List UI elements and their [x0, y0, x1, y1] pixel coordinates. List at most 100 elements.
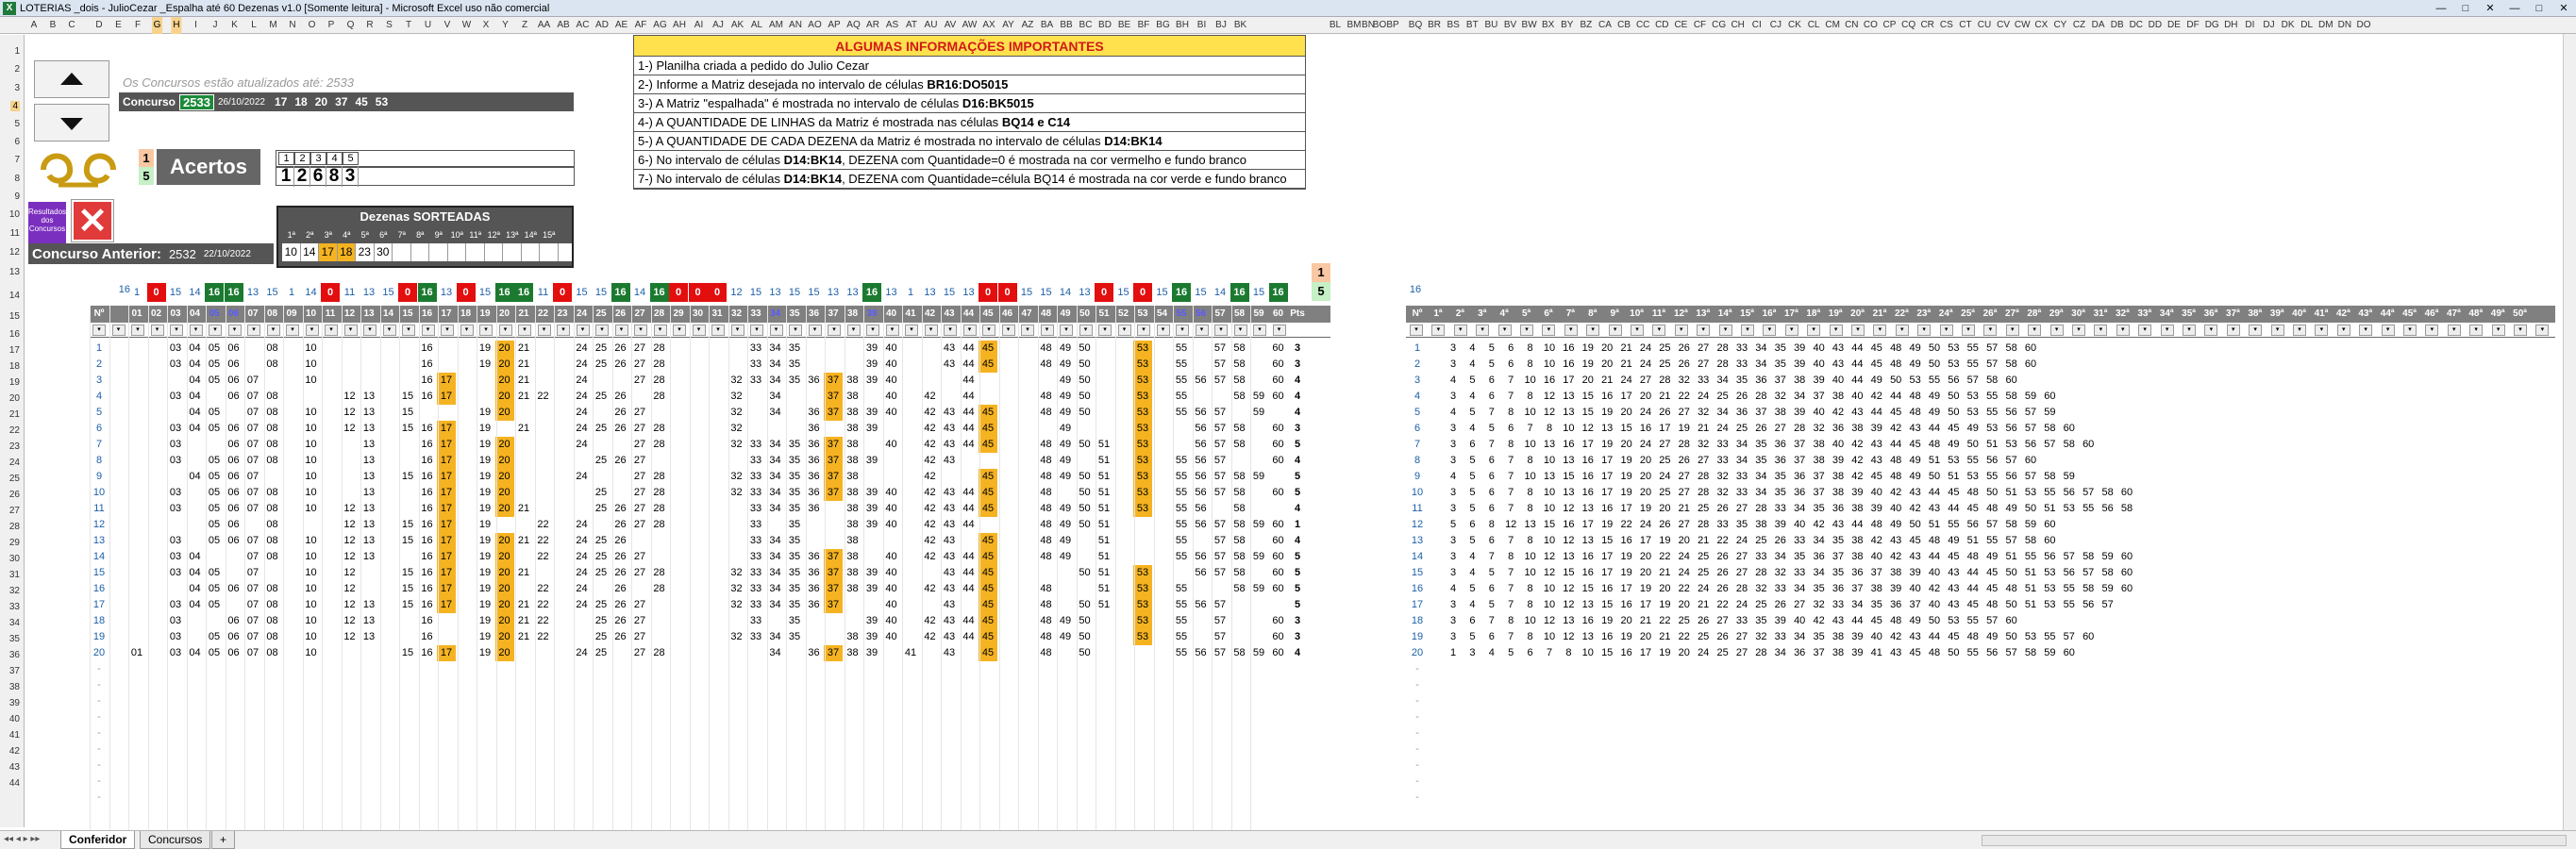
input-matrix-cell[interactable]: 58: [2117, 501, 2136, 517]
column-header-AD[interactable]: AD: [595, 17, 609, 34]
filter-dropdown-button[interactable]: ▾: [150, 325, 164, 336]
input-matrix-cell[interactable]: 55: [1925, 373, 1944, 389]
input-matrix-cell[interactable]: 5: [1482, 421, 1501, 437]
column-header-DO[interactable]: DO: [2357, 17, 2371, 34]
input-matrix-cell[interactable]: 38: [1829, 485, 1848, 501]
input-filter-dropdown-button[interactable]: ▾: [1873, 325, 1887, 336]
input-matrix-cell[interactable]: 7: [1501, 581, 1520, 597]
row-header-21[interactable]: 21: [9, 409, 20, 420]
input-matrix-cell[interactable]: 3: [1444, 533, 1463, 549]
input-matrix-cell[interactable]: 28: [1751, 565, 1770, 581]
input-matrix-cell[interactable]: 10: [1540, 629, 1559, 645]
input-matrix-cell[interactable]: 6: [1501, 421, 1520, 437]
filter-dropdown-button[interactable]: ▾: [1040, 325, 1054, 336]
input-matrix-cell[interactable]: 24: [1694, 581, 1713, 597]
column-header-AQ[interactable]: AQ: [846, 17, 860, 34]
input-matrix-cell[interactable]: 44: [1867, 405, 1886, 421]
input-matrix-cell[interactable]: 4: [1444, 405, 1463, 421]
input-matrix-cell[interactable]: 20: [1636, 469, 1655, 485]
input-matrix-cell[interactable]: 15: [1579, 581, 1597, 597]
column-header-BP[interactable]: BP: [1386, 17, 1398, 34]
column-header-CP[interactable]: CP: [1883, 17, 1897, 34]
input-matrix-cell[interactable]: 24: [1636, 357, 1655, 373]
input-matrix-cell[interactable]: 7: [1521, 421, 1540, 437]
input-matrix-cell[interactable]: 36: [1790, 645, 1809, 661]
input-matrix-cell[interactable]: 13: [1579, 501, 1597, 517]
input-matrix-cell[interactable]: 58: [2002, 357, 2021, 373]
column-header-R[interactable]: R: [366, 17, 373, 34]
dezena-value-cell[interactable]: [429, 243, 448, 261]
filter-dropdown-button[interactable]: ▾: [382, 325, 396, 336]
input-matrix-cell[interactable]: 51: [2021, 565, 2040, 581]
input-matrix-cell[interactable]: 10: [1521, 613, 1540, 629]
dezena-value-cell[interactable]: 17: [319, 243, 338, 261]
input-matrix-cell[interactable]: 58: [2040, 469, 2059, 485]
input-matrix-cell[interactable]: 15: [1540, 517, 1559, 533]
input-matrix-cell[interactable]: 35: [1771, 357, 1790, 373]
filter-dropdown-button[interactable]: ▾: [1001, 325, 1015, 336]
input-matrix-cell[interactable]: 7: [1501, 565, 1520, 581]
input-matrix-cell[interactable]: 42: [1829, 405, 1848, 421]
input-matrix-cell[interactable]: 8: [1521, 341, 1540, 357]
filter-dropdown-button[interactable]: ▾: [557, 325, 570, 336]
input-matrix-cell[interactable]: 53: [1944, 341, 1963, 357]
column-header-AP[interactable]: AP: [828, 17, 840, 34]
input-matrix-cell[interactable]: 34: [1810, 565, 1829, 581]
filter-dropdown-button[interactable]: ▾: [924, 325, 938, 336]
input-matrix-cell[interactable]: 26: [1714, 581, 1732, 597]
input-matrix-cell[interactable]: 49: [1925, 405, 1944, 421]
input-matrix-cell[interactable]: 27: [1732, 501, 1751, 517]
new-sheet-tab[interactable]: +: [211, 831, 236, 849]
input-matrix-cell[interactable]: 45: [1906, 437, 1925, 453]
input-matrix-cell[interactable]: 21: [1597, 373, 1616, 389]
input-matrix-cell[interactable]: 19: [1597, 613, 1616, 629]
input-matrix-cell[interactable]: 57: [2002, 533, 2021, 549]
input-filter-dropdown-button[interactable]: ▾: [2270, 325, 2284, 336]
row-header-7[interactable]: 7: [14, 155, 20, 165]
input-matrix-cell[interactable]: 26: [1714, 549, 1732, 565]
input-matrix-cell[interactable]: 10: [1540, 341, 1559, 357]
column-header-CD[interactable]: CD: [1655, 17, 1668, 34]
column-header-G[interactable]: G: [151, 17, 163, 34]
row-header-27[interactable]: 27: [9, 506, 20, 516]
input-matrix-cell[interactable]: 45: [1964, 501, 1982, 517]
input-matrix-cell[interactable]: 34: [1714, 373, 1732, 389]
input-matrix-cell[interactable]: 12: [1559, 533, 1578, 549]
input-matrix-cell[interactable]: 36: [1810, 549, 1829, 565]
input-matrix-cell[interactable]: 36: [1732, 405, 1751, 421]
column-header-DH[interactable]: DH: [2224, 17, 2237, 34]
input-matrix-cell[interactable]: 22: [1655, 549, 1674, 565]
input-matrix-cell[interactable]: 49: [1964, 421, 1982, 437]
column-header-BA[interactable]: BA: [1041, 17, 1053, 34]
column-header-DJ[interactable]: DJ: [2263, 17, 2274, 34]
input-filter-dropdown-button[interactable]: ▾: [1829, 325, 1843, 336]
input-filter-dropdown-button[interactable]: ▾: [2183, 325, 2196, 336]
input-matrix-cell[interactable]: 53: [1906, 373, 1925, 389]
input-matrix-cell[interactable]: 15: [1559, 565, 1578, 581]
input-matrix-cell[interactable]: 10: [1540, 581, 1559, 597]
input-matrix-cell[interactable]: 6: [1463, 437, 1481, 453]
input-matrix-cell[interactable]: 33: [1732, 485, 1751, 501]
row-header-10[interactable]: 10: [9, 209, 20, 220]
column-header-AS[interactable]: AS: [886, 17, 898, 34]
input-matrix-cell[interactable]: 7: [1501, 389, 1520, 405]
input-matrix-cell[interactable]: 19: [1636, 581, 1655, 597]
input-matrix-cell[interactable]: 51: [2021, 581, 2040, 597]
input-matrix-cell[interactable]: 53: [1964, 389, 1982, 405]
input-matrix-cell[interactable]: 27: [1732, 645, 1751, 661]
filter-dropdown-button[interactable]: ▾: [343, 325, 358, 336]
input-filter-dropdown-button[interactable]: ▾: [1520, 325, 1533, 336]
filter-dropdown-button[interactable]: ▾: [421, 325, 435, 336]
column-header-DG[interactable]: DG: [2205, 17, 2219, 34]
column-header-Y[interactable]: Y: [502, 17, 509, 34]
input-filter-dropdown-button[interactable]: ▾: [2336, 325, 2350, 336]
input-matrix-cell[interactable]: 50: [1964, 437, 1982, 453]
input-matrix-cell[interactable]: 28: [1694, 485, 1713, 501]
input-matrix-cell[interactable]: 4: [1463, 549, 1481, 565]
input-matrix-cell[interactable]: 55: [2040, 629, 2059, 645]
input-matrix-cell[interactable]: 33: [1771, 581, 1790, 597]
input-filter-dropdown-button[interactable]: ▾: [1939, 325, 1953, 336]
column-header-AK[interactable]: AK: [731, 17, 744, 34]
input-matrix-cell[interactable]: 59: [2099, 549, 2117, 565]
input-matrix-cell[interactable]: 40: [1810, 405, 1829, 421]
